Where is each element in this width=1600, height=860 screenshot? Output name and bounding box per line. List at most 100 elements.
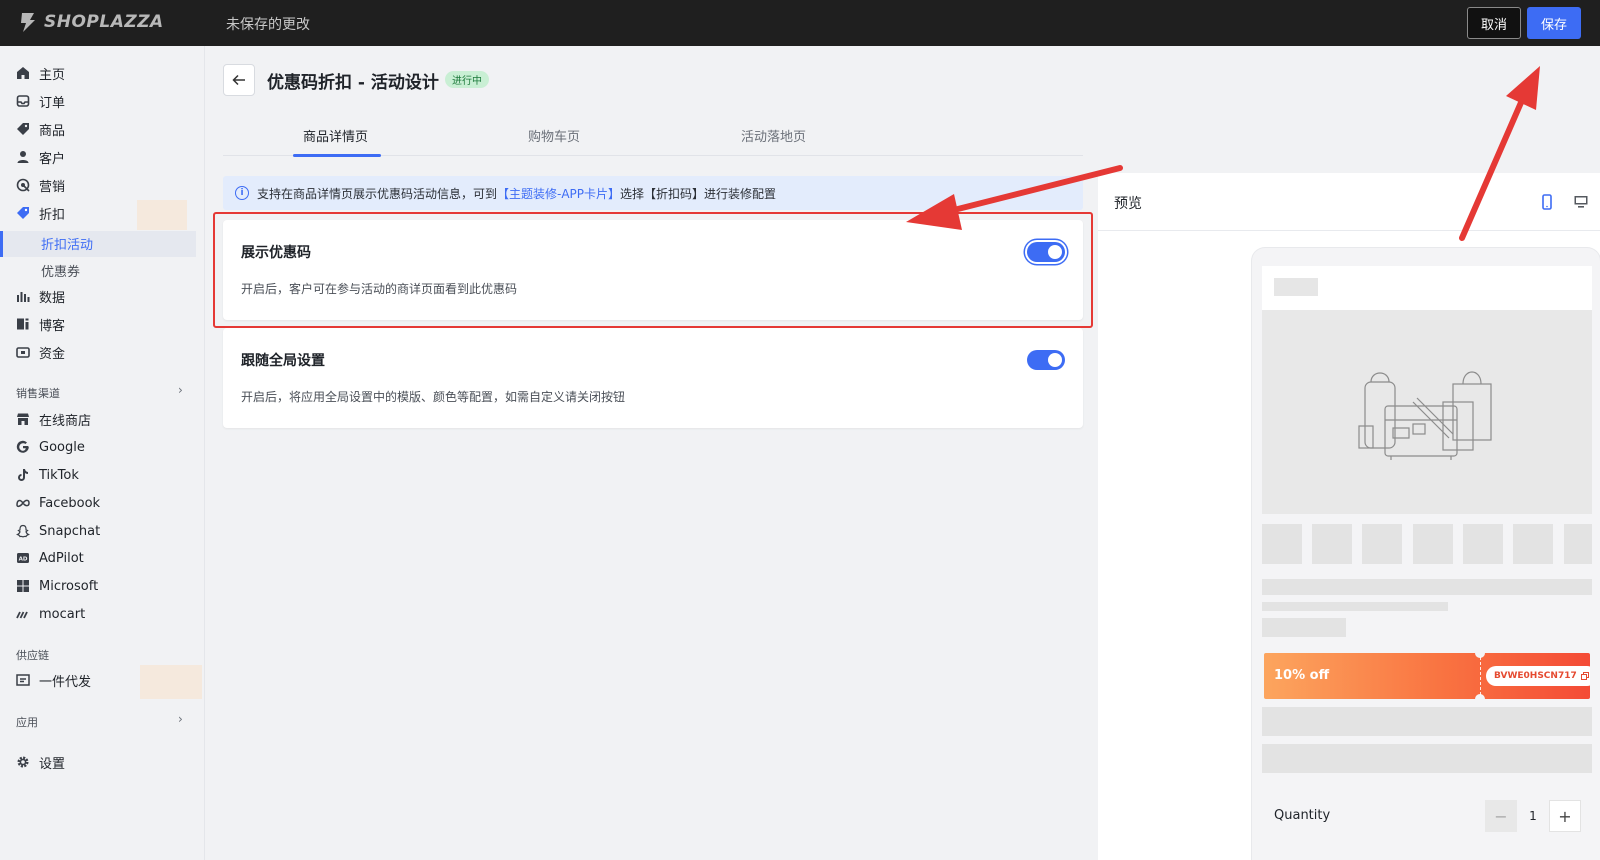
wallet-icon xyxy=(16,347,30,358)
bags-illustration-icon xyxy=(1358,371,1492,460)
sidebar-item-dropshipping[interactable]: 一件代发 xyxy=(16,669,91,691)
sidebar-item-mocart[interactable]: mocart xyxy=(16,603,85,625)
shoplazza-logo[interactable]: SHOPLAZZA xyxy=(18,11,164,33)
tab-cart-page[interactable]: 购物车页 xyxy=(528,126,580,145)
chevron-right-icon[interactable]: › xyxy=(178,712,183,726)
logo-text: SHOPLAZZA xyxy=(44,12,164,32)
sidebar-item-label: 博客 xyxy=(39,318,66,334)
sidebar-item-label: Microsoft xyxy=(39,578,99,594)
sidebar-item-blog[interactable]: 博客 xyxy=(16,313,65,335)
theme-app-card-link[interactable]: 【主题装修-APP卡片】 xyxy=(497,187,620,201)
info-icon: i xyxy=(235,186,249,200)
sidebar-item-marketing[interactable]: 营销 xyxy=(16,174,65,196)
card-description: 开启后，将应用全局设置中的模版、颜色等配置，如需自定义请关闭按钮 xyxy=(241,390,626,404)
sidebar-item-label: 商品 xyxy=(39,123,66,139)
sidebar-item-label: 折扣 xyxy=(39,207,66,223)
blurred-area xyxy=(137,200,187,230)
coupon-banner: 10% off BVWE0HSCN717 xyxy=(1264,653,1590,699)
chevron-right-icon[interactable]: › xyxy=(178,383,183,397)
mobile-preview-icon[interactable] xyxy=(1540,194,1554,210)
adpilot-icon: AD xyxy=(17,553,29,563)
phone-header-placeholder xyxy=(1262,266,1592,310)
sidebar-subitem-coupons[interactable]: 优惠券 xyxy=(41,261,80,280)
shoplazza-logo-icon xyxy=(21,13,35,32)
dropship-icon xyxy=(16,674,30,686)
toggle-knob xyxy=(1048,353,1062,367)
sidebar-item-finance[interactable]: 资金 xyxy=(16,341,65,363)
info-banner: i 支持在商品详情页展示优惠码活动信息，可到【主题装修-APP卡片】选择【折扣码… xyxy=(223,176,1083,210)
sidebar-item-label: TikTok xyxy=(39,467,79,483)
top-bar: SHOPLAZZA 未保存的更改 取消 保存 xyxy=(0,0,1600,46)
preview-panel: 预览 10% off BVWE0HSCN717 Quantity − 1 + xyxy=(1098,173,1600,860)
follow-global-settings-card: 跟随全局设置 开启后，将应用全局设置中的模版、颜色等配置，如需自定义请关闭按钮 xyxy=(223,328,1083,428)
quantity-increase-button[interactable]: + xyxy=(1549,800,1581,832)
sidebar-item-adpilot[interactable]: AD AdPilot xyxy=(16,547,84,569)
store-icon xyxy=(17,413,29,425)
sidebar-item-analytics[interactable]: 数据 xyxy=(16,285,65,307)
inbox-icon xyxy=(16,95,30,107)
sidebar-subitem-discount-activities[interactable]: 折扣活动 xyxy=(41,234,93,253)
sidebar-item-orders[interactable]: 订单 xyxy=(16,90,65,112)
sidebar-item-label: Snapchat xyxy=(39,523,101,539)
sidebar-item-products[interactable]: 商品 xyxy=(16,118,65,140)
sidebar-item-customers[interactable]: 客户 xyxy=(16,146,65,168)
quantity-label: Quantity xyxy=(1274,808,1331,823)
sidebar-item-discounts[interactable]: 折扣 xyxy=(16,202,65,224)
person-icon xyxy=(17,151,29,163)
page-title: 优惠码折扣 - 活动设计 xyxy=(267,73,439,93)
discount-icon xyxy=(17,207,29,219)
sidebar-item-settings[interactable]: 设置 xyxy=(16,751,65,773)
tab-product-detail[interactable]: 商品详情页 xyxy=(303,126,368,145)
sidebar-item-label: AdPilot xyxy=(39,550,84,566)
cancel-button[interactable]: 取消 xyxy=(1467,7,1521,39)
blurred-area xyxy=(140,665,202,699)
sidebar-item-label: 一件代发 xyxy=(39,674,92,690)
tab-landing-page[interactable]: 活动落地页 xyxy=(741,126,806,145)
thumbnail-placeholder xyxy=(1413,524,1453,564)
sidebar: 主页 订单 商品 客户 营销 折扣 折扣活动 优惠券 数据 博客 资金 销售渠道… xyxy=(0,46,205,860)
card-title: 跟随全局设置 xyxy=(241,353,325,369)
sidebar-item-label: Facebook xyxy=(39,495,101,511)
sidebar-item-label: 在线商店 xyxy=(39,413,92,429)
blog-icon xyxy=(17,318,29,330)
snapchat-icon xyxy=(16,524,30,538)
unsaved-changes-text: 未保存的更改 xyxy=(226,17,310,33)
sidebar-item-google[interactable]: Google xyxy=(16,436,85,458)
follow-global-toggle[interactable] xyxy=(1027,350,1065,370)
sidebar-item-label: 资金 xyxy=(39,346,66,362)
save-button[interactable]: 保存 xyxy=(1527,7,1581,39)
sidebar-item-microsoft[interactable]: Microsoft xyxy=(16,575,98,597)
arrow-left-icon xyxy=(232,74,245,86)
logo-placeholder xyxy=(1274,278,1318,296)
sidebar-item-online-store[interactable]: 在线商店 xyxy=(16,408,91,430)
sidebar-item-snapchat[interactable]: Snapchat xyxy=(16,520,100,542)
coupon-code-text: BVWE0HSCN717 xyxy=(1494,671,1577,681)
desktop-preview-icon[interactable] xyxy=(1573,194,1589,210)
quantity-value[interactable]: 1 xyxy=(1517,800,1549,832)
quantity-decrease-button[interactable]: − xyxy=(1485,800,1517,832)
sidebar-item-facebook[interactable]: Facebook xyxy=(16,492,100,514)
sidebar-item-label: 主页 xyxy=(39,67,66,83)
gear-icon xyxy=(17,756,29,768)
main-content: 优惠码折扣 - 活动设计 进行中 商品详情页 购物车页 活动落地页 i 支持在商… xyxy=(205,46,1600,860)
status-badge: 进行中 xyxy=(445,71,489,88)
coupon-code-pill[interactable]: BVWE0HSCN717 xyxy=(1486,666,1590,686)
thumbnail-placeholder xyxy=(1564,524,1592,564)
sidebar-item-label: 设置 xyxy=(39,756,66,772)
highlight-annotation-box xyxy=(213,212,1093,328)
tiktok-icon xyxy=(18,469,28,481)
sidebar-item-label: 营销 xyxy=(39,179,66,195)
preview-header: 预览 xyxy=(1098,173,1600,231)
option-placeholder xyxy=(1262,707,1592,736)
info-text-suffix: 选择【折扣码】进行装修配置 xyxy=(620,186,777,201)
mocart-icon xyxy=(16,611,28,619)
back-button[interactable] xyxy=(223,64,255,96)
coupon-discount-text: 10% off xyxy=(1274,668,1330,683)
sidebar-item-label: 客户 xyxy=(39,151,66,167)
copy-icon[interactable] xyxy=(1580,672,1589,680)
section-label-apps: 应用 xyxy=(16,716,38,729)
sidebar-item-home[interactable]: 主页 xyxy=(16,62,65,84)
sidebar-item-tiktok[interactable]: TikTok xyxy=(16,464,79,486)
tag-icon xyxy=(17,123,29,135)
target-icon xyxy=(16,178,30,192)
